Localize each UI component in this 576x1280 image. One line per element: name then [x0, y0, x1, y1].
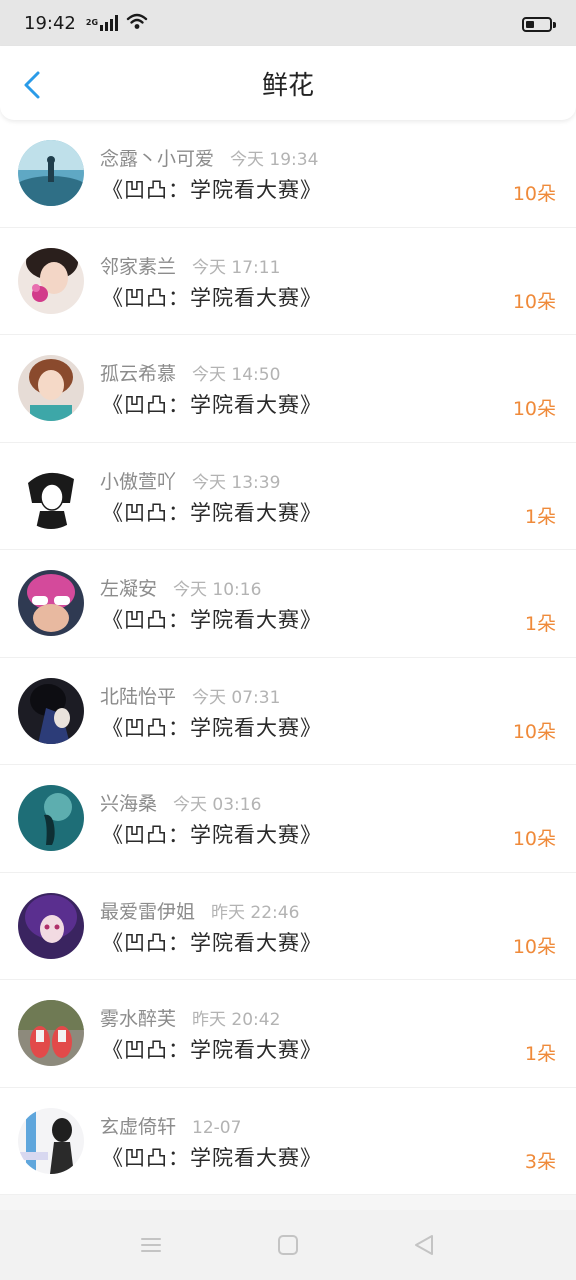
record-meta: 邻家素兰 今天 17:11 — [100, 252, 280, 279]
record-time: 今天 19:34 — [230, 150, 319, 170]
header: 鲜花 — [0, 46, 576, 120]
avatar[interactable] — [18, 140, 84, 206]
wifi-icon — [126, 12, 148, 34]
record-meta: 最爱雷伊姐 昨天 22:46 — [100, 897, 299, 924]
record-time: 今天 14:50 — [192, 365, 281, 385]
work-title[interactable]: 《凹凸：学院看大赛》 — [102, 604, 322, 634]
user-name[interactable]: 小傲萱吖 — [100, 467, 176, 494]
user-name[interactable]: 玄虚倚轩 — [100, 1112, 176, 1139]
network-tag: 2G — [85, 18, 99, 27]
battery-icon — [522, 17, 556, 32]
work-title[interactable]: 《凹凸：学院看大赛》 — [102, 389, 322, 419]
flower-count: 1朵 — [524, 613, 556, 635]
back-button[interactable] — [18, 70, 48, 100]
chevron-left-icon — [24, 71, 40, 99]
menu-icon[interactable] — [138, 1232, 164, 1258]
list-item[interactable]: 小傲萱吖 今天 13:39 《凹凸：学院看大赛》 1朵 — [0, 442, 576, 550]
work-title[interactable]: 《凹凸：学院看大赛》 — [102, 1142, 322, 1172]
user-name[interactable]: 孤云希慕 — [100, 359, 176, 386]
avatar[interactable] — [18, 892, 84, 959]
page-title: 鲜花 — [261, 70, 314, 101]
work-title[interactable]: 《凹凸：学院看大赛》 — [102, 927, 322, 957]
flower-record-list: 念露丶小可爱 今天 19:34 《凹凸：学院看大赛》 10朵 邻家素兰 今天 1… — [0, 120, 576, 1210]
flower-count: 10朵 — [512, 828, 556, 850]
avatar[interactable] — [18, 1107, 84, 1174]
record-meta: 左凝安 今天 10:16 — [100, 574, 261, 601]
record-time: 今天 13:39 — [192, 472, 281, 493]
cellular-signal-icon: 2G — [85, 15, 119, 31]
user-name[interactable]: 念露丶小可爱 — [100, 144, 214, 171]
record-meta: 兴海桑 今天 03:16 — [100, 789, 261, 816]
work-title[interactable]: 《凹凸：学院看大赛》 — [102, 1034, 322, 1064]
flower-count: 10朵 — [512, 720, 556, 743]
avatar[interactable] — [18, 570, 84, 636]
avatar[interactable] — [18, 355, 84, 421]
status-time: 19:42 — [24, 12, 76, 34]
avatar[interactable] — [18, 1000, 84, 1066]
record-meta: 雾水醉芙 昨天 20:42 — [100, 1004, 280, 1031]
work-title[interactable]: 《凹凸：学院看大赛》 — [102, 819, 322, 849]
avatar[interactable] — [18, 677, 84, 744]
record-time: 昨天 20:42 — [192, 1010, 281, 1030]
avatar[interactable] — [18, 785, 84, 851]
work-title[interactable]: 《凹凸：学院看大赛》 — [102, 174, 322, 204]
list-item[interactable]: 最爱雷伊姐 昨天 22:46 《凹凸：学院看大赛》 10朵 — [0, 872, 576, 980]
user-name[interactable]: 雾水醉芙 — [100, 1004, 176, 1031]
record-meta: 念露丶小可爱 今天 19:34 — [100, 144, 318, 171]
record-time: 今天 03:16 — [173, 795, 262, 815]
user-name[interactable]: 最爱雷伊姐 — [100, 897, 195, 924]
user-name[interactable]: 邻家素兰 — [100, 252, 176, 279]
record-time: 今天 17:11 — [192, 257, 281, 278]
flower-count: 3朵 — [524, 1150, 556, 1173]
list-item[interactable]: 孤云希慕 今天 14:50 《凹凸：学院看大赛》 10朵 — [0, 335, 576, 443]
status-bar: 19:42 2G — [0, 0, 576, 46]
record-meta: 北陆怡平 今天 07:31 — [100, 682, 280, 709]
record-time: 12-07 — [192, 1117, 242, 1138]
record-meta: 小傲萱吖 今天 13:39 — [100, 467, 280, 494]
record-meta: 孤云希慕 今天 14:50 — [100, 359, 280, 386]
record-meta: 玄虚倚轩 12-07 — [100, 1112, 241, 1139]
avatar[interactable] — [18, 462, 84, 529]
user-name[interactable]: 兴海桑 — [100, 789, 157, 816]
user-name[interactable]: 左凝安 — [100, 574, 157, 601]
list-item[interactable]: 左凝安 今天 10:16 《凹凸：学院看大赛》 1朵 — [0, 550, 576, 658]
list-item[interactable]: 北陆怡平 今天 07:31 《凹凸：学院看大赛》 10朵 — [0, 657, 576, 765]
list-item[interactable]: 玄虚倚轩 12-07 《凹凸：学院看大赛》 3朵 — [0, 1087, 576, 1195]
home-square-icon[interactable] — [275, 1232, 301, 1258]
work-title[interactable]: 《凹凸：学院看大赛》 — [102, 282, 322, 312]
record-time: 今天 07:31 — [192, 687, 281, 708]
flower-count: 1朵 — [524, 1043, 556, 1065]
system-nav-bar — [0, 1210, 576, 1280]
record-time: 今天 10:16 — [173, 580, 262, 600]
user-name[interactable]: 北陆怡平 — [100, 682, 176, 709]
list-item[interactable]: 邻家素兰 今天 17:11 《凹凸：学院看大赛》 10朵 — [0, 227, 576, 335]
list-item[interactable]: 兴海桑 今天 03:16 《凹凸：学院看大赛》 10朵 — [0, 765, 576, 873]
flower-count: 10朵 — [512, 398, 556, 420]
flower-count: 10朵 — [512, 183, 556, 205]
back-triangle-icon[interactable] — [411, 1232, 437, 1258]
flower-count: 10朵 — [512, 290, 556, 313]
list-item[interactable]: 念露丶小可爱 今天 19:34 《凹凸：学院看大赛》 10朵 — [0, 120, 576, 228]
flower-count: 10朵 — [512, 935, 556, 958]
list-item[interactable]: 雾水醉芙 昨天 20:42 《凹凸：学院看大赛》 1朵 — [0, 980, 576, 1088]
avatar[interactable] — [18, 247, 84, 314]
work-title[interactable]: 《凹凸：学院看大赛》 — [102, 712, 322, 742]
record-time: 昨天 22:46 — [211, 902, 300, 923]
work-title[interactable]: 《凹凸：学院看大赛》 — [102, 497, 322, 527]
flower-count: 1朵 — [524, 505, 556, 528]
